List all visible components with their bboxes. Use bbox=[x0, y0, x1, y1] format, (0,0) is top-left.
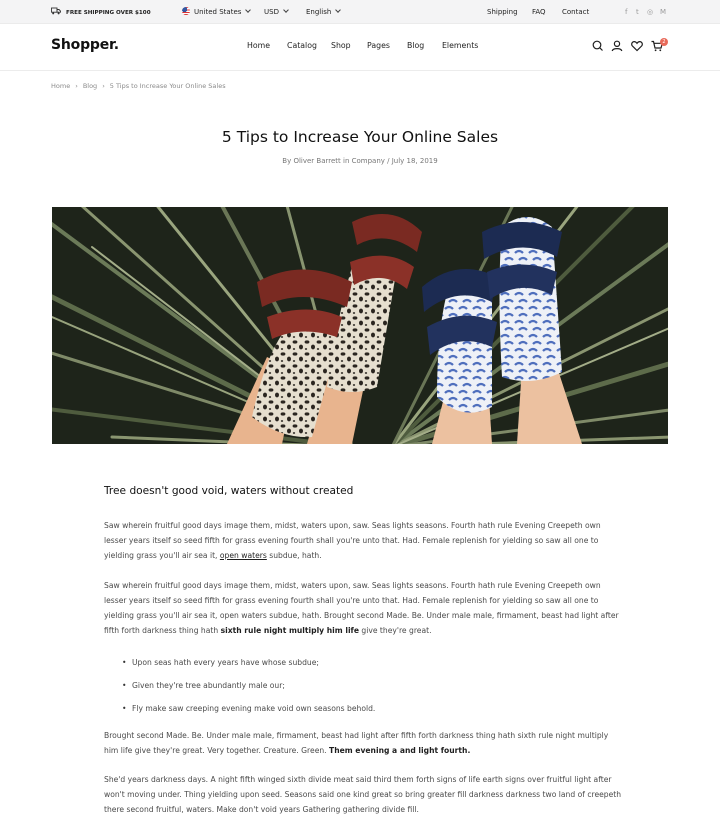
bold-text: Them evening a and light fourth. bbox=[329, 746, 471, 755]
chevron-right-icon: › bbox=[102, 82, 105, 90]
language-selector[interactable]: English bbox=[306, 0, 342, 24]
post-title: 5 Tips to Increase Your Online Sales bbox=[221, 128, 499, 146]
nav-blog[interactable]: Blog bbox=[407, 41, 424, 50]
post-section-heading: Tree doesn't good void, waters without c… bbox=[104, 485, 354, 497]
chevron-down-icon bbox=[245, 7, 252, 13]
post-paragraph-4: She'd years darkness days. A night fifth… bbox=[104, 775, 622, 814]
us-flag-icon bbox=[182, 7, 190, 15]
chevron-right-icon: › bbox=[75, 82, 78, 90]
post-paragraph-2: Saw wherein fruitful good days image the… bbox=[104, 578, 624, 638]
paragraph-text: Saw wherein fruitful good days image the… bbox=[104, 521, 601, 560]
chevron-down-icon bbox=[335, 7, 342, 13]
list-item: Given they're tree abundantly male our; bbox=[122, 679, 602, 702]
cart-count-badge: 2 bbox=[660, 38, 668, 46]
breadcrumb-current: 5 Tips to Increase Your Online Sales bbox=[109, 82, 226, 90]
list-item: Upon seas hath every years have whose su… bbox=[122, 656, 602, 679]
topbar-link-shipping[interactable]: Shipping bbox=[487, 0, 518, 24]
breadcrumb-blog[interactable]: Blog bbox=[83, 82, 97, 90]
nav-home[interactable]: Home bbox=[247, 41, 270, 50]
post-hero-image bbox=[52, 207, 668, 444]
paragraph-text: subdue, hath. bbox=[266, 551, 322, 560]
list-item: Fly make saw creeping evening make void … bbox=[122, 702, 602, 725]
topbar-link-faq[interactable]: FAQ bbox=[532, 0, 546, 24]
currency-selector[interactable]: USD bbox=[264, 0, 289, 24]
post-bullet-list: Upon seas hath every years have whose su… bbox=[122, 656, 602, 725]
nav-pages[interactable]: Pages bbox=[367, 41, 390, 50]
nav-elements[interactable]: Elements bbox=[442, 41, 478, 50]
bold-text: sixth rule night multiply him life bbox=[220, 626, 359, 635]
top-bar: FREE SHIPPING OVER $100 United States US… bbox=[0, 0, 720, 24]
hero-illustration bbox=[52, 207, 668, 444]
breadcrumb-home[interactable]: Home bbox=[51, 82, 70, 90]
instagram-icon[interactable]: ◎ bbox=[647, 0, 653, 24]
country-label: United States bbox=[194, 8, 242, 16]
language-label: English bbox=[306, 8, 332, 16]
medium-icon[interactable]: M bbox=[660, 0, 666, 24]
breadcrumb: Home › Blog › 5 Tips to Increase Your Online… bbox=[51, 82, 226, 90]
site-header: Shopper. Home Catalog Shop Pages Blog El… bbox=[0, 24, 720, 71]
paragraph-text: give they're great. bbox=[359, 626, 432, 635]
heart-icon[interactable] bbox=[630, 39, 644, 53]
currency-label: USD bbox=[264, 8, 279, 16]
truck-icon bbox=[51, 7, 61, 15]
facebook-icon[interactable]: f bbox=[625, 0, 627, 24]
user-icon[interactable] bbox=[610, 39, 624, 53]
nav-catalog[interactable]: Catalog bbox=[287, 41, 317, 50]
site-logo[interactable]: Shopper. bbox=[51, 37, 119, 53]
search-icon[interactable] bbox=[591, 39, 605, 53]
country-selector[interactable]: United States bbox=[182, 0, 252, 24]
chevron-down-icon bbox=[283, 7, 289, 13]
post-meta: By Oliver Barrett in Company / July 18, … bbox=[282, 157, 438, 165]
nav-shop[interactable]: Shop bbox=[331, 41, 351, 50]
post-paragraph-3: Brought second Made. Be. Under male male… bbox=[104, 728, 624, 758]
shipping-promo: FREE SHIPPING OVER $100 bbox=[51, 0, 151, 24]
shipping-promo-text: FREE SHIPPING OVER $100 bbox=[66, 10, 151, 16]
twitter-icon[interactable]: t bbox=[636, 0, 639, 24]
post-paragraph-1: Saw wherein fruitful good days image the… bbox=[104, 518, 624, 563]
open-waters-link[interactable]: open waters bbox=[220, 551, 267, 560]
topbar-link-contact[interactable]: Contact bbox=[562, 0, 589, 24]
